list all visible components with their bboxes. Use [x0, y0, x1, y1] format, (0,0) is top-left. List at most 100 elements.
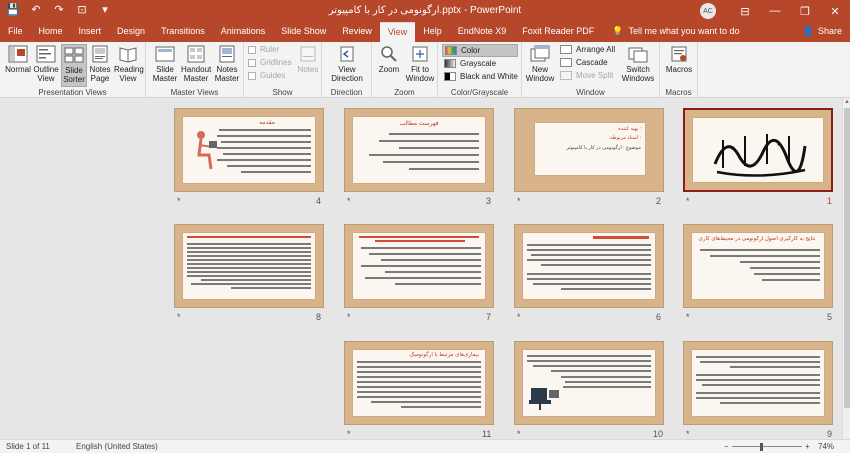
slide-master-button[interactable]: Slide Master	[150, 44, 180, 83]
slide-transition-star[interactable]: *	[517, 312, 521, 322]
scroll-thumb[interactable]	[844, 108, 850, 408]
notes-master-button[interactable]: Notes Master	[212, 44, 242, 83]
slide-number-3: 3	[486, 196, 492, 206]
slide-transition-star[interactable]: *	[177, 312, 181, 322]
ruler-checkbox[interactable]: Ruler	[248, 45, 279, 54]
share-button[interactable]: 👤 Share	[803, 22, 842, 42]
grayscale-swatch-icon	[444, 59, 456, 68]
slide-card: فهرست مطالب	[353, 117, 485, 183]
notes-page-icon	[89, 44, 111, 64]
black-white-button[interactable]: Black and White	[444, 72, 518, 81]
slide-thumbnail-7[interactable]	[344, 224, 494, 308]
slide-thumbnail-1[interactable]	[683, 108, 833, 192]
new-window-button[interactable]: New Window	[524, 44, 556, 83]
minimize-icon[interactable]: —	[760, 0, 790, 22]
view-direction-icon	[336, 44, 358, 64]
handout-master-label: Handout Master	[181, 65, 212, 83]
avatar[interactable]: AC	[700, 3, 716, 19]
tab-animations[interactable]: Animations	[213, 22, 274, 42]
close-icon[interactable]: ✕	[820, 0, 850, 22]
tab-home[interactable]: Home	[31, 22, 71, 42]
switch-windows-button[interactable]: Switch Windows	[620, 44, 656, 83]
zoom-in-icon[interactable]: +	[805, 442, 810, 451]
title-bar: 💾 ↶ ↷ ⊡ ▾ ارگونومی در کار با کامپیوتر.pp…	[0, 0, 850, 22]
cascade-button[interactable]: Cascade	[560, 58, 608, 67]
slide-card: تهیه کننده : استاد مربوطه : موضوع : ارگو…	[535, 123, 645, 175]
slide-thumbnail-4[interactable]: مقدمه	[174, 108, 324, 192]
computer-chair-image	[529, 388, 559, 410]
slide-sorter-area[interactable]: 1 * تهیه کننده : استاد مربوطه : موضوع : …	[0, 98, 842, 439]
slide-thumbnail-5[interactable]: نتایج به کارگیری اصول ارگونومی در محیط‌ه…	[683, 224, 833, 308]
show-label: Show	[272, 88, 293, 97]
slide-transition-star[interactable]: *	[686, 312, 690, 322]
tab-file[interactable]: File	[0, 22, 31, 42]
slide-card	[353, 233, 485, 299]
slide-card	[523, 350, 655, 416]
slide-number-10: 10	[653, 429, 664, 439]
reading-view-button[interactable]: Reading View	[113, 44, 144, 83]
normal-view-icon	[7, 44, 29, 64]
slide-sorter-button[interactable]: Slide Sorter	[61, 44, 87, 87]
zoom-button[interactable]: Zoom	[376, 44, 402, 74]
grayscale-button[interactable]: Grayscale	[444, 59, 496, 68]
tab-insert[interactable]: Insert	[71, 22, 110, 42]
arrange-all-button[interactable]: Arrange All	[560, 45, 615, 54]
color-button[interactable]: Color	[442, 44, 518, 57]
language-indicator[interactable]: English (United States)	[76, 442, 158, 451]
slide-transition-star[interactable]: *	[686, 196, 690, 206]
guides-checkbox[interactable]: Guides	[248, 71, 285, 80]
view-direction-button[interactable]: View Direction	[326, 44, 368, 83]
scroll-up-icon[interactable]: ▲	[843, 98, 850, 106]
slide-text: استاد مربوطه :	[609, 135, 641, 141]
normal-view-button[interactable]: Normal	[4, 44, 32, 74]
switch-windows-label: Switch Windows	[621, 65, 655, 83]
slide-transition-star[interactable]: *	[347, 429, 351, 439]
tab-endnote[interactable]: EndNote X9	[450, 22, 515, 42]
fit-to-window-button[interactable]: Fit to Window	[404, 44, 436, 83]
slide-transition-star[interactable]: *	[686, 429, 690, 439]
tab-help[interactable]: Help	[415, 22, 450, 42]
zoom-slider-handle[interactable]	[760, 443, 763, 451]
slide-transition-star[interactable]: *	[177, 196, 181, 206]
slide-thumbnail-11[interactable]: بیماری‌های مرتبط با ارگونومیک	[344, 341, 494, 425]
macros-button[interactable]: Macros	[663, 44, 695, 74]
restore-icon[interactable]: ❐	[790, 0, 820, 22]
slide-transition-star[interactable]: *	[347, 312, 351, 322]
vertical-scrollbar[interactable]: ▲	[842, 98, 850, 439]
slide-thumbnail-10[interactable]	[514, 341, 664, 425]
slide-transition-star[interactable]: *	[517, 429, 521, 439]
ribbon: Normal Outline View Slide Sorter Notes P…	[0, 42, 850, 98]
slide-thumbnail-2[interactable]: تهیه کننده : استاد مربوطه : موضوع : ارگو…	[514, 108, 664, 192]
slide-number-11: 11	[482, 429, 492, 439]
tab-design[interactable]: Design	[109, 22, 153, 42]
notes-button[interactable]: Notes	[296, 44, 320, 74]
slide-card	[692, 350, 824, 416]
slide-thumbnail-3[interactable]: فهرست مطالب	[344, 108, 494, 192]
group-show: Ruler Gridlines Guides Notes Show	[244, 42, 322, 98]
ribbon-display-options-icon[interactable]: ⊟	[730, 0, 760, 22]
gridlines-checkbox[interactable]: Gridlines	[248, 58, 292, 67]
handout-master-button[interactable]: Handout Master	[180, 44, 212, 83]
tab-view[interactable]: View	[379, 22, 416, 42]
zoom-level[interactable]: 74%	[818, 442, 834, 451]
slide-thumbnail-9[interactable]	[683, 341, 833, 425]
tab-slide-show[interactable]: Slide Show	[273, 22, 334, 42]
tell-me-search[interactable]: 💡 Tell me what you want to do	[612, 22, 739, 42]
slide-thumbnail-6[interactable]	[514, 224, 664, 308]
notes-master-label: Notes Master	[214, 65, 240, 83]
zoom-out-icon[interactable]: −	[724, 442, 729, 451]
slide-transition-star[interactable]: *	[517, 196, 521, 206]
tab-review[interactable]: Review	[334, 22, 380, 42]
new-window-label: New Window	[525, 65, 555, 83]
guides-check-box	[248, 71, 256, 80]
move-split-button[interactable]: Move Split	[560, 71, 613, 80]
zoom-slider[interactable]	[732, 446, 802, 447]
slide-sorter-label: Slide Sorter	[63, 66, 85, 84]
color-label: Color	[461, 46, 481, 55]
slide-transition-star[interactable]: *	[347, 196, 351, 206]
notes-page-button[interactable]: Notes Page	[88, 44, 112, 83]
tab-transitions[interactable]: Transitions	[153, 22, 213, 42]
tab-foxit[interactable]: Foxit Reader PDF	[514, 22, 602, 42]
outline-view-button[interactable]: Outline View	[32, 44, 60, 83]
slide-thumbnail-8[interactable]	[174, 224, 324, 308]
